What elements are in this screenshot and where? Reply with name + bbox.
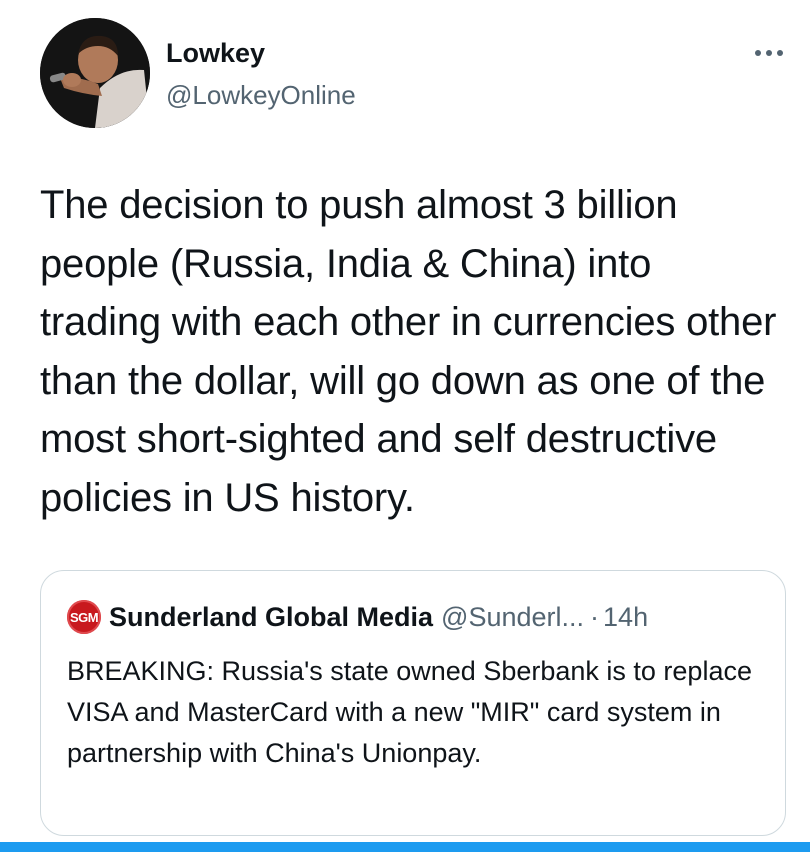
quoted-author-avatar: SGM <box>67 600 101 634</box>
more-horizontal-icon[interactable] <box>752 46 786 60</box>
author-handle[interactable]: @LowkeyOnline <box>166 78 356 112</box>
quoted-tweet-card[interactable]: SGM Sunderland Global Media @Sunderl... … <box>40 570 786 836</box>
tweet: Lowkey @LowkeyOnline The decision to pus… <box>0 0 810 852</box>
quoted-tweet-separator: · <box>590 601 600 632</box>
quoted-author-display-name: Sunderland Global Media <box>109 601 434 632</box>
author-display-name[interactable]: Lowkey <box>166 36 265 70</box>
sgm-logo-text: SGM <box>69 609 99 625</box>
avatar-photo-icon <box>40 18 150 128</box>
quoted-tweet-text: BREAKING: Russia's state owned Sberbank … <box>67 656 752 768</box>
accent-bar <box>0 842 810 852</box>
quoted-tweet-header: SGM Sunderland Global Media @Sunderl... … <box>67 599 648 635</box>
tweet-text: The decision to push almost 3 billion pe… <box>40 183 777 520</box>
quoted-author-handle: @Sunderl... <box>441 601 585 632</box>
quoted-tweet-timestamp: 14h <box>603 601 649 632</box>
author-avatar[interactable] <box>40 18 150 128</box>
